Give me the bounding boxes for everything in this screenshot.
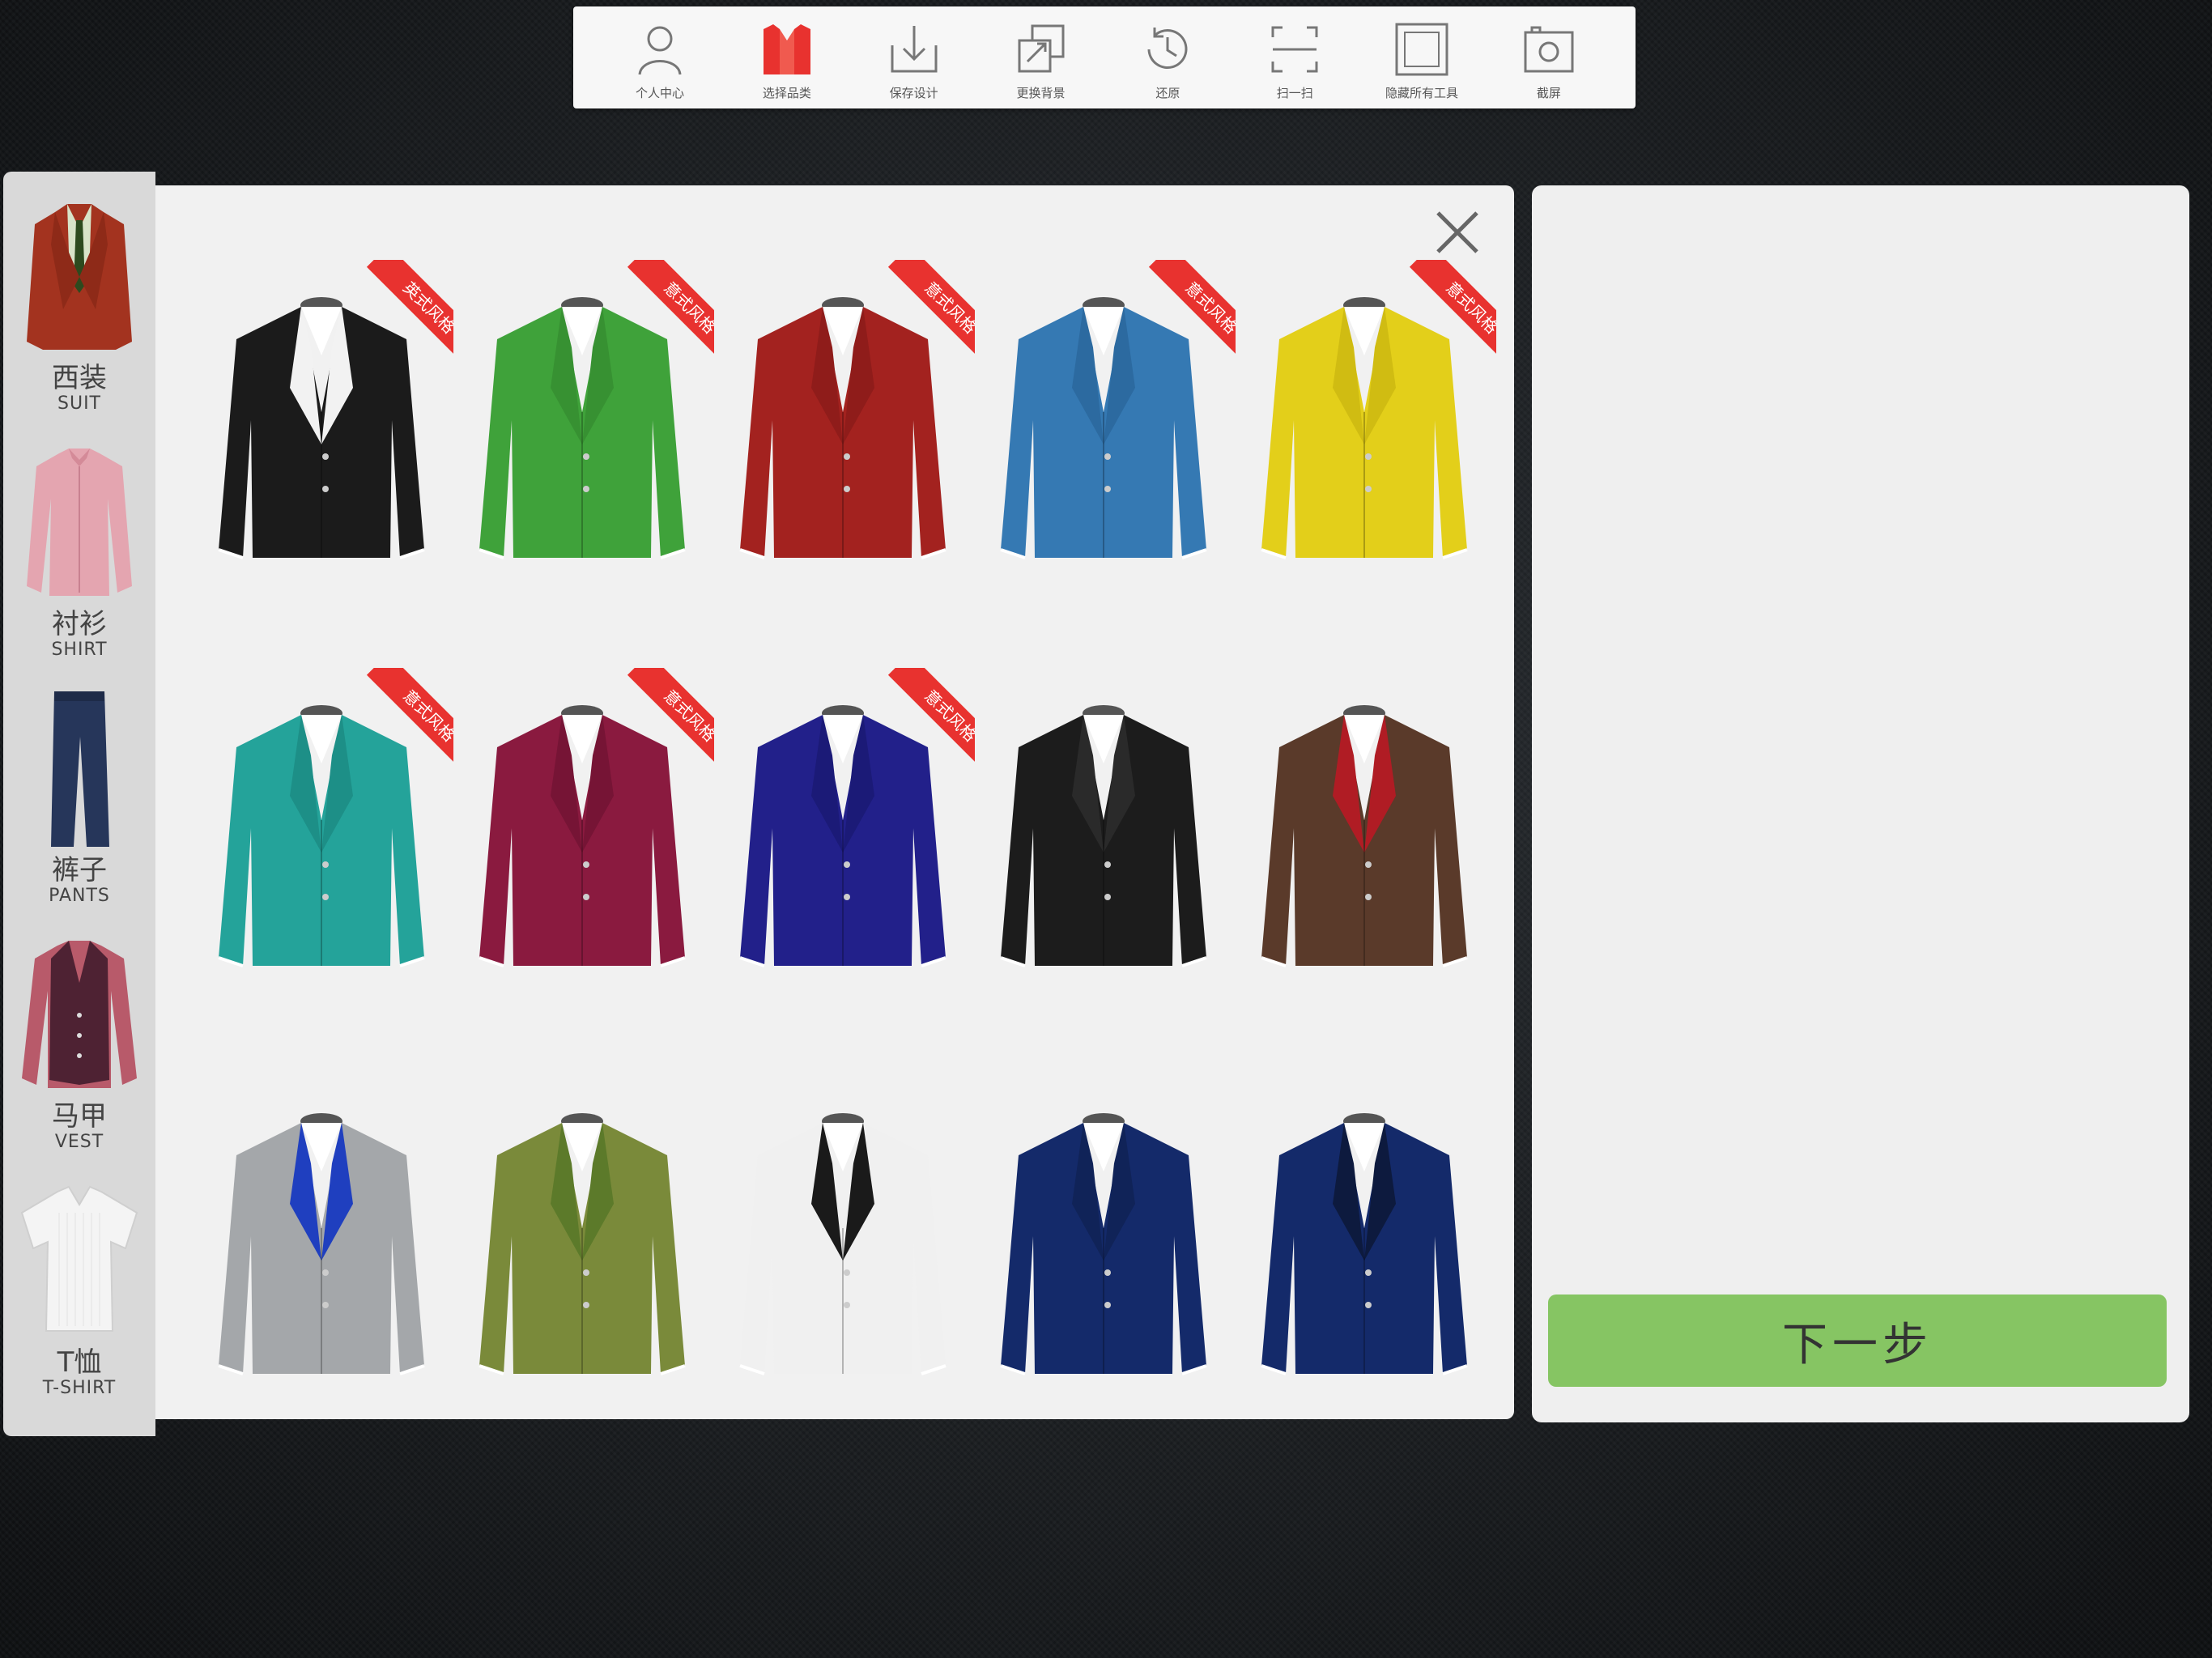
shirt-thumbnail bbox=[27, 449, 132, 596]
product-item[interactable]: 意式风格 bbox=[455, 668, 716, 1082]
style-ribbon: 意式风格 bbox=[1383, 260, 1496, 373]
tool-scan[interactable]: 扫一扫 bbox=[1242, 6, 1347, 108]
tool-label: 隐藏所有工具 bbox=[1385, 86, 1459, 100]
style-ribbon: 英式风格 bbox=[340, 260, 453, 373]
tool-label: 截屏 bbox=[1536, 86, 1561, 100]
product-item[interactable] bbox=[1237, 674, 1498, 1082]
style-ribbon-label: 意式风格 bbox=[887, 668, 975, 779]
product-item[interactable]: 英式风格 bbox=[194, 260, 455, 674]
category-label-en: T-SHIRT bbox=[42, 1378, 117, 1398]
next-step-button[interactable]: 下一步 bbox=[1548, 1295, 2167, 1387]
tool-label: 保存设计 bbox=[889, 86, 938, 100]
category-icon bbox=[763, 24, 810, 74]
pants-thumbnail bbox=[51, 691, 109, 847]
style-ribbon-label: 意式风格 bbox=[627, 260, 714, 371]
tshirt-thumbnail bbox=[20, 1185, 138, 1332]
preview-panel: 下一步 bbox=[1532, 185, 2189, 1422]
top-toolbar: 个人中心 选择品类 保存设计 更换背景 还原 扫一扫 隐藏所有工具 截屏 bbox=[573, 6, 1636, 108]
jacket-image bbox=[1261, 1113, 1468, 1375]
product-item[interactable]: 意式风格 bbox=[194, 668, 455, 1082]
category-vest[interactable]: 马甲 VEST bbox=[3, 934, 155, 1180]
product-item[interactable] bbox=[716, 1082, 976, 1490]
product-grid: 英式风格 意式风格 意式风格 意式风格 意式风格 意式风格 意式风格 意式风格 bbox=[194, 260, 1503, 1490]
user-icon bbox=[638, 26, 682, 75]
category-label-zh: T恤 bbox=[57, 1346, 102, 1379]
product-item[interactable] bbox=[976, 674, 1237, 1082]
scan-icon bbox=[1271, 26, 1318, 73]
tool-restore[interactable]: 还原 bbox=[1115, 6, 1220, 108]
jacket-image bbox=[479, 1113, 686, 1375]
style-ribbon-label: 意式风格 bbox=[1409, 260, 1496, 371]
style-ribbon-label: 意式风格 bbox=[887, 260, 975, 371]
category-tshirt[interactable]: T恤 T-SHIRT bbox=[3, 1180, 155, 1426]
swap-background-icon bbox=[1018, 24, 1065, 73]
jacket-image bbox=[1000, 1113, 1207, 1375]
style-ribbon: 意式风格 bbox=[601, 668, 714, 781]
jacket-image bbox=[1261, 705, 1468, 967]
category-label-zh: 西装 bbox=[52, 362, 107, 394]
style-ribbon-label: 意式风格 bbox=[627, 668, 714, 779]
tool-label: 还原 bbox=[1155, 86, 1180, 100]
close-icon[interactable] bbox=[1427, 202, 1488, 263]
category-label-zh: 衬衫 bbox=[52, 608, 107, 640]
category-label-zh: 裤子 bbox=[52, 854, 107, 886]
style-ribbon-label: 意式风格 bbox=[366, 668, 453, 779]
style-ribbon-label: 意式风格 bbox=[1148, 260, 1236, 371]
tool-label: 扫一扫 bbox=[1276, 86, 1313, 100]
category-label-en: PANTS bbox=[49, 886, 110, 906]
category-label-en: SUIT bbox=[57, 393, 101, 414]
download-icon bbox=[891, 26, 938, 73]
jacket-image bbox=[1000, 705, 1207, 967]
product-item[interactable] bbox=[455, 1082, 716, 1490]
camera-icon bbox=[1524, 26, 1574, 73]
jacket-image bbox=[739, 1113, 946, 1375]
category-label-zh: 马甲 bbox=[52, 1100, 107, 1133]
tool-label: 个人中心 bbox=[635, 86, 684, 100]
tool-user-center[interactable]: 个人中心 bbox=[607, 6, 713, 108]
tool-save-design[interactable]: 保存设计 bbox=[861, 6, 967, 108]
category-label-en: VEST bbox=[54, 1132, 104, 1152]
suit-thumbnail bbox=[27, 204, 132, 350]
hide-tools-icon bbox=[1395, 23, 1448, 76]
category-sidebar: 西装 SUIT 衬衫 SHIRT 裤子 PANTS 马甲 VEST T恤 T-S… bbox=[3, 172, 155, 1436]
product-item[interactable]: 意式风格 bbox=[455, 260, 716, 674]
product-item[interactable] bbox=[1237, 1082, 1498, 1490]
history-icon bbox=[1147, 28, 1188, 70]
product-item[interactable]: 意式风格 bbox=[716, 668, 976, 1082]
style-ribbon: 意式风格 bbox=[601, 260, 714, 373]
style-ribbon-label: 英式风格 bbox=[366, 260, 453, 371]
category-suit[interactable]: 西装 SUIT bbox=[3, 196, 155, 442]
product-item[interactable]: 意式风格 bbox=[716, 260, 976, 674]
jacket-image bbox=[218, 1113, 425, 1375]
product-panel: 英式风格 意式风格 意式风格 意式风格 意式风格 意式风格 意式风格 意式风格 bbox=[155, 185, 1514, 1419]
product-item[interactable] bbox=[976, 1082, 1237, 1490]
product-item[interactable]: 意式风格 bbox=[1237, 260, 1498, 674]
tool-screenshot[interactable]: 截屏 bbox=[1496, 6, 1602, 108]
product-item[interactable]: 意式风格 bbox=[976, 260, 1237, 674]
style-ribbon: 意式风格 bbox=[1122, 260, 1236, 373]
tool-select-category[interactable]: 选择品类 bbox=[734, 6, 840, 108]
style-ribbon: 意式风格 bbox=[861, 260, 975, 373]
category-label-en: SHIRT bbox=[51, 640, 108, 660]
style-ribbon: 意式风格 bbox=[861, 668, 975, 781]
tool-change-background[interactable]: 更换背景 bbox=[989, 6, 1094, 108]
product-item[interactable] bbox=[194, 1082, 455, 1490]
tool-label: 更换背景 bbox=[1016, 86, 1066, 100]
vest-thumbnail bbox=[22, 941, 137, 1088]
category-pants[interactable]: 裤子 PANTS bbox=[3, 688, 155, 934]
category-shirt[interactable]: 衬衫 SHIRT bbox=[3, 442, 155, 688]
style-ribbon: 意式风格 bbox=[340, 668, 453, 781]
tool-hide-tools[interactable]: 隐藏所有工具 bbox=[1369, 6, 1474, 108]
tool-label: 选择品类 bbox=[762, 86, 811, 100]
